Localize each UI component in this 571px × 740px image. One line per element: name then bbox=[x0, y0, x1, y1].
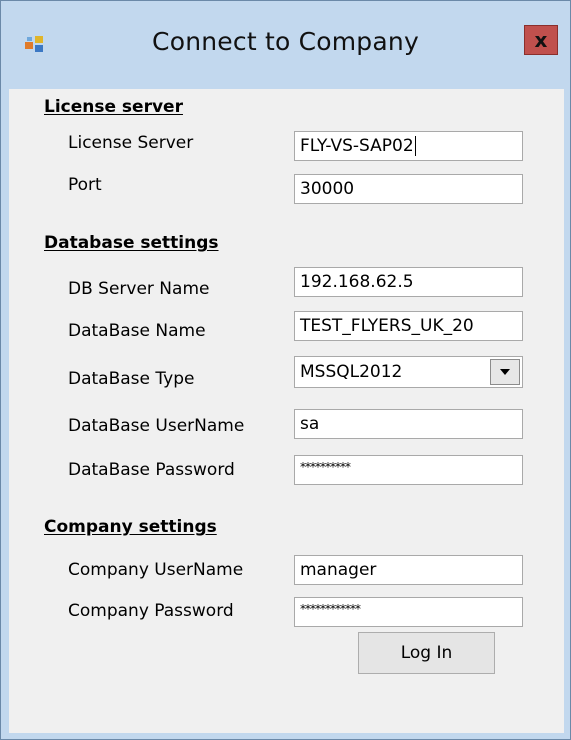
license-server-heading: License server bbox=[44, 97, 183, 117]
login-button[interactable]: Log In bbox=[358, 632, 495, 674]
company-password-input[interactable]: ************ bbox=[294, 597, 523, 627]
db-password-value: ********** bbox=[300, 460, 351, 474]
company-password-value: ************ bbox=[300, 602, 361, 616]
port-value: 30000 bbox=[300, 179, 355, 199]
company-settings-heading: Company settings bbox=[44, 517, 217, 537]
db-username-label: DataBase UserName bbox=[68, 416, 245, 436]
dropdown-button[interactable] bbox=[490, 359, 520, 385]
db-type-label: DataBase Type bbox=[68, 369, 195, 389]
license-server-value: FLY-VS-SAP02 bbox=[300, 136, 414, 156]
db-server-name-input[interactable]: 192.168.62.5 bbox=[294, 267, 523, 297]
close-icon: x bbox=[534, 28, 548, 52]
company-username-label: Company UserName bbox=[68, 560, 244, 580]
db-type-value: MSSQL2012 bbox=[300, 362, 403, 382]
db-name-value: TEST_FLYERS_UK_20 bbox=[300, 316, 474, 336]
port-input[interactable]: 30000 bbox=[294, 174, 523, 204]
db-name-label: DataBase Name bbox=[68, 321, 206, 341]
company-username-value: manager bbox=[300, 560, 377, 580]
db-password-input[interactable]: ********** bbox=[294, 455, 523, 485]
window-title: Connect to Company bbox=[152, 27, 419, 56]
db-username-input[interactable]: sa bbox=[294, 409, 523, 439]
db-username-value: sa bbox=[300, 414, 320, 434]
db-type-select[interactable]: MSSQL2012 bbox=[294, 356, 523, 388]
db-server-name-value: 192.168.62.5 bbox=[300, 272, 414, 292]
port-label: Port bbox=[68, 175, 102, 195]
db-name-input[interactable]: TEST_FLYERS_UK_20 bbox=[294, 311, 523, 341]
dialog-body: License server License Server FLY-VS-SAP… bbox=[9, 89, 564, 733]
db-server-name-label: DB Server Name bbox=[68, 279, 210, 299]
close-button[interactable]: x bbox=[524, 25, 558, 55]
text-caret bbox=[414, 136, 416, 156]
company-password-label: Company Password bbox=[68, 601, 234, 621]
database-settings-heading: Database settings bbox=[44, 233, 219, 253]
title-bar[interactable]: Connect to Company x bbox=[1, 1, 570, 89]
license-server-input[interactable]: FLY-VS-SAP02 bbox=[294, 131, 523, 161]
chevron-down-icon bbox=[500, 369, 510, 375]
company-username-input[interactable]: manager bbox=[294, 555, 523, 585]
connect-dialog: Connect to Company x License server Lice… bbox=[0, 0, 571, 740]
license-server-label: License Server bbox=[68, 133, 194, 153]
db-password-label: DataBase Password bbox=[68, 460, 235, 480]
